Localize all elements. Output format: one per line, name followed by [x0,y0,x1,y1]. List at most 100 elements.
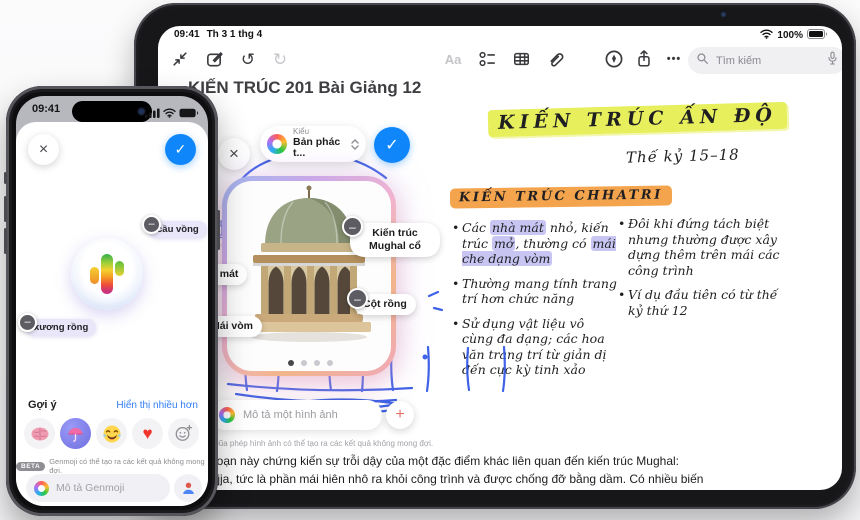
emoji-suggestions: ♥ [24,418,199,449]
people-button[interactable] [174,474,202,502]
collapse-icon [171,50,189,68]
remove-tag-button[interactable]: – [142,215,161,234]
ipad-status-left: 09:41 Th 3 1 thg 4 [174,29,262,40]
red-heart-icon: ♥ [142,425,152,442]
iphone-clock: 09:41 [32,103,60,115]
genmoji-prompt-field[interactable] [26,474,170,502]
wifi-icon [163,105,176,123]
ipad-screen: 09:41 Th 3 1 thg 4 100% ↺ ↻ Aa [158,26,842,490]
image-prompt-input[interactable] [241,408,373,422]
markup-button[interactable] [602,47,626,71]
paperclip-icon [546,50,565,69]
ipad-camera [720,11,727,18]
share-icon [635,49,653,69]
wifi-icon [760,29,773,42]
minus-icon: – [349,221,356,233]
ellipsis-icon: ••• [667,53,682,65]
battery-percent: 100% [777,30,803,41]
add-emoji-icon [174,424,193,443]
cellular-signal-icon [145,105,160,123]
genmoji-preview [71,238,143,310]
iphone-status-icons [145,105,199,123]
check-icon: ✓ [385,135,398,155]
style-selector[interactable]: Kiểu Bản phác t... [260,126,366,162]
person-icon [181,481,196,496]
stage: 09:41 Th 3 1 thg 4 100% ↺ ↻ Aa [0,0,860,520]
search-field[interactable] [688,47,842,74]
remove-tag-button[interactable]: – [347,288,368,309]
emoji-suggestion-add[interactable] [168,418,199,449]
checklist-button[interactable] [475,47,499,71]
volume-down-button [4,228,7,254]
emoji-suggestion-umbrella[interactable] [60,418,91,449]
handwritten-subheading: Thế kỷ 15–18 [626,145,740,166]
add-suggestion-button[interactable]: + [386,401,414,429]
generated-image-frame [222,176,396,376]
playground-close-button[interactable]: × [218,138,250,170]
image-playground-icon [34,481,49,496]
close-icon: × [229,144,239,164]
chevron-up-down-icon [351,139,359,150]
rainbow-cactus-emoji [90,254,124,294]
beta-badge: BETA [16,462,45,471]
power-button [217,210,220,250]
iphone-screen: 09:41 × ✓ – cầu v [16,96,208,506]
minus-icon: – [148,219,154,230]
redo-icon: ↻ [273,51,287,68]
paragraph-line: hajja, tức là phần mái hiên nhô ra khỏi … [204,471,816,489]
note-bullet: Đôi khi đứng tách biệt nhưng thường được… [618,216,796,278]
paragraph-line: i đoạn này chứng kiến sự trỗi dậy của mộ… [204,453,816,471]
emoji-suggestion-brain[interactable] [24,418,55,449]
umbrella-icon [66,425,85,443]
image-playground-icon [219,407,235,423]
undo-icon: ↺ [241,51,255,68]
action-button [4,172,7,184]
emoji-suggestion-heart[interactable]: ♥ [132,418,163,449]
genmoji-confirm-button[interactable]: ✓ [165,134,196,165]
genmoji-close-button[interactable]: × [28,134,59,165]
table-button[interactable] [509,47,533,71]
search-icon [696,52,709,70]
notes-column-right: Đôi khi đứng tách biệt nhưng thường được… [618,216,796,327]
show-more-link[interactable]: Hiển thị nhiều hơn [116,400,198,411]
more-button[interactable]: ••• [662,47,686,71]
collapse-button[interactable] [168,47,192,71]
brain-icon [30,426,50,442]
compose-icon [205,50,224,69]
minus-icon: – [24,317,30,328]
note-paragraph: i đoạn này chứng kiến sự trỗi dậy của mộ… [204,453,816,488]
playground-confirm-button[interactable]: ✓ [374,127,410,163]
plus-icon: + [395,406,404,424]
check-icon: ✓ [175,141,187,158]
genmoji-prompt-input[interactable] [54,481,162,495]
iphone-device: 09:41 × ✓ – cầu v [6,86,218,516]
battery-icon [179,105,199,123]
remove-tag-button[interactable]: – [342,216,363,237]
volume-up-button [4,196,7,222]
compose-button[interactable] [202,47,226,71]
redo-button[interactable]: ↻ [268,47,292,71]
markup-pencil-icon [604,49,624,69]
note-bullet: Ví dụ đầu tiên có từ thế kỷ thứ 12 [618,287,796,318]
playground-disclaimer: Đũa phép hình ảnh có thể tạo ra các kết … [204,439,433,448]
share-button[interactable] [632,47,656,71]
undo-button[interactable]: ↺ [236,47,260,71]
dictation-mic-icon[interactable] [827,51,838,71]
emoji-suggestion-laughing[interactable] [96,418,127,449]
chhatri-dome-image [227,181,391,371]
image-prompt-field[interactable] [210,400,382,430]
page-indicator[interactable] [288,360,333,366]
ipad-date: Th 3 1 thg 4 [207,29,263,40]
table-icon [512,50,531,68]
search-input[interactable] [714,54,822,68]
ipad-status-right: 100% [760,29,828,42]
remove-tag-button[interactable]: – [18,313,37,332]
format-button[interactable]: Aa [441,47,465,71]
ipad-clock: 09:41 [174,29,200,40]
battery-icon [807,29,828,42]
checklist-icon [478,50,497,68]
attach-button[interactable] [543,47,567,71]
genmoji-sheet: × ✓ – cầu vồng – xương rồng Gợi ý Hiển t… [16,122,208,506]
tag-mughal: Kiến trúc Mughal cổ [350,223,440,257]
close-icon: × [39,141,48,159]
